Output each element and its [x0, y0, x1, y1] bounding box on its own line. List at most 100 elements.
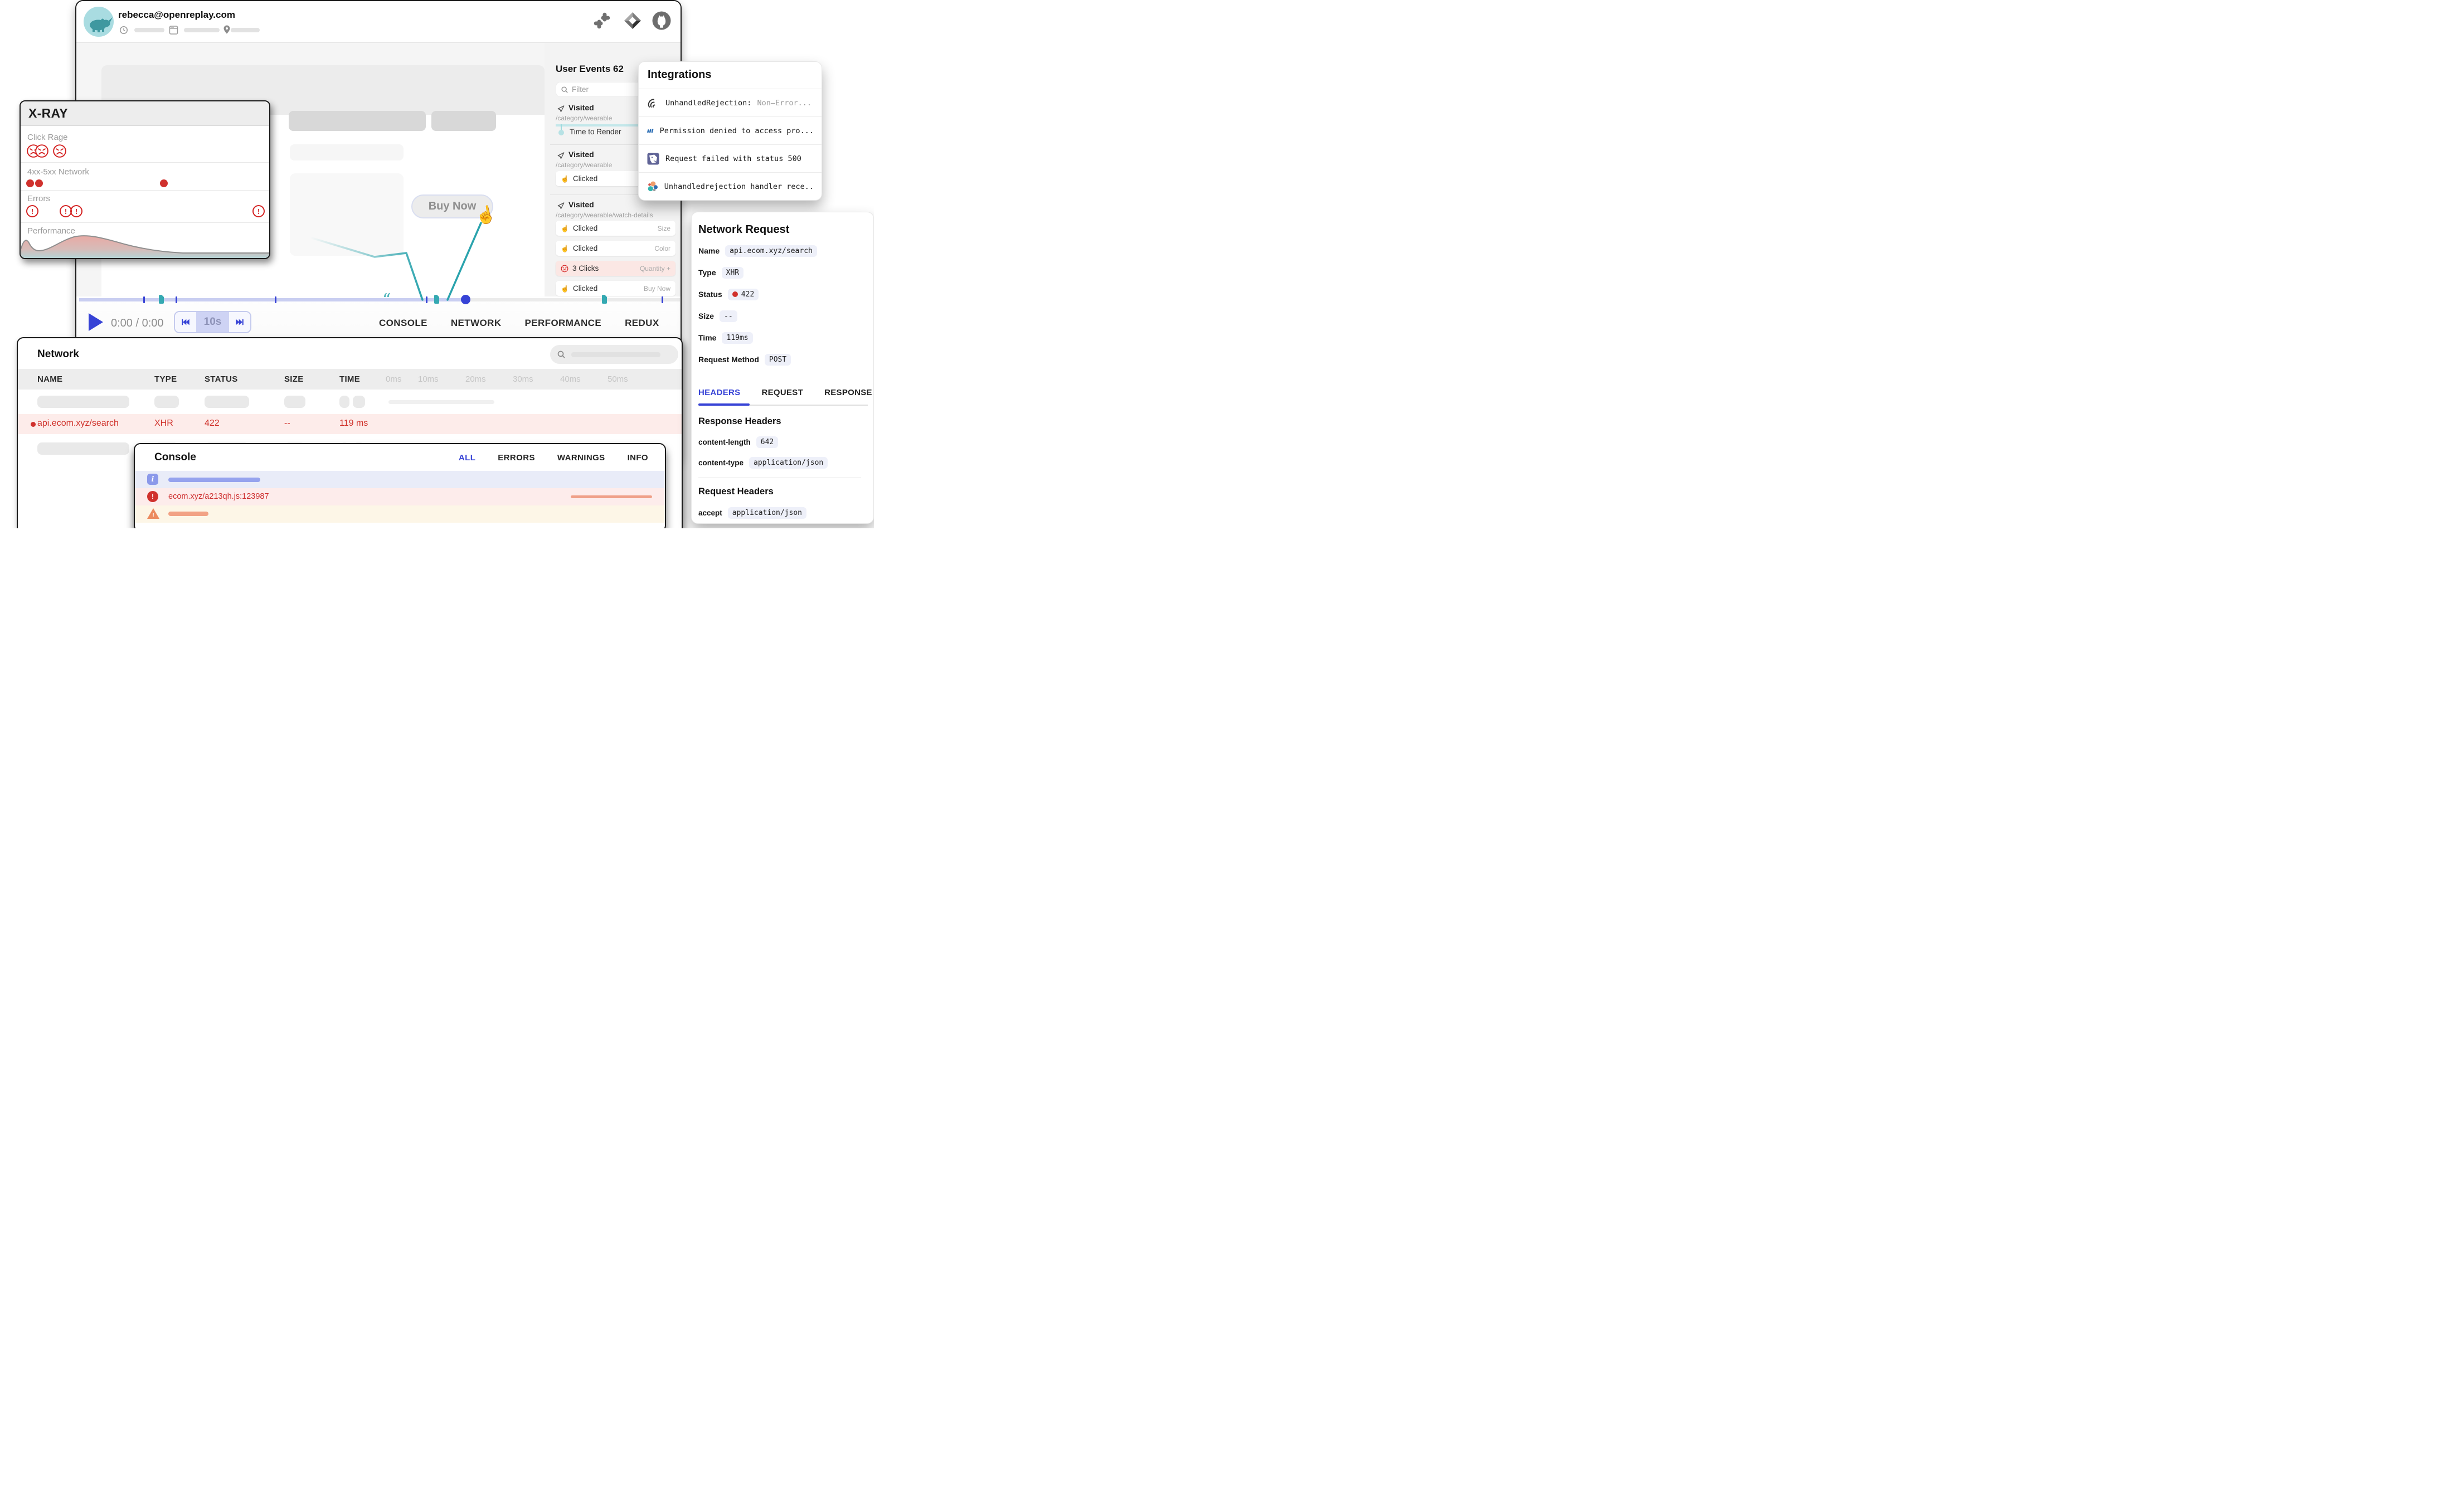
- play-button[interactable]: [89, 313, 103, 331]
- error-icon: [252, 205, 265, 217]
- network-title: Network: [37, 348, 79, 361]
- integrations-panel: Integrations UnhandledRejection: Non—Err…: [638, 61, 822, 201]
- console-panel: Console ALL ERRORS WARNINGS INFO ecom.xy…: [134, 443, 666, 528]
- sentry-icon: [647, 96, 660, 110]
- integration-row-datadog[interactable]: Request failed with status 500: [639, 144, 822, 172]
- tab-performance[interactable]: PERFORMANCE: [525, 318, 602, 329]
- request-time: 119 ms: [339, 419, 368, 429]
- header-content-type: content-type application/json: [698, 456, 828, 469]
- tab-network[interactable]: NETWORK: [451, 318, 502, 329]
- field-status-value: 422: [728, 289, 759, 300]
- event-card-clicked[interactable]: ☝ Clicked Buy Now: [556, 281, 675, 296]
- timeline-event-tick: [662, 296, 663, 303]
- clock-icon: [119, 26, 128, 35]
- console-tab-all[interactable]: ALL: [459, 453, 475, 463]
- request-detail-tabs: HEADERS REQUEST RESPONSE: [698, 388, 872, 397]
- render-dot: [558, 130, 564, 135]
- xray-errors-row[interactable]: Errors: [21, 191, 269, 223]
- timeline-event-tick: [176, 296, 177, 303]
- console-error-row[interactable]: ecom.xyz/a213qh.js:123987: [135, 488, 665, 505]
- visited-icon: [557, 104, 565, 113]
- header-accept: accept application/json: [698, 506, 806, 519]
- error-icon: [147, 491, 158, 502]
- event-card-rage-clicks[interactable]: 3 Clicks Quantity +: [556, 261, 675, 276]
- time-tick: 50ms: [608, 374, 628, 384]
- timeline-event-tick: [275, 296, 276, 303]
- search-icon: [557, 350, 566, 359]
- performance-area-chart: [21, 234, 270, 259]
- request-status: 422: [205, 419, 220, 429]
- timeline-page-marker: [159, 295, 164, 304]
- field-size-value: --: [720, 310, 737, 322]
- session-header: rebecca@openreplay.com: [76, 1, 681, 43]
- integration-row-sentry[interactable]: UnhandledRejection: Non—Error...: [639, 89, 822, 116]
- user-events-title: User Events 62: [556, 64, 624, 75]
- field-name-value: api.ecom.xyz/search: [725, 245, 817, 257]
- user-events-count: 62: [613, 64, 624, 74]
- event-target: Color: [654, 245, 670, 252]
- duration-skeleton: [134, 28, 164, 32]
- github-icon[interactable]: [652, 11, 672, 31]
- skeleton-bar: [290, 144, 404, 160]
- response-headers-title: Response Headers: [698, 416, 781, 427]
- console-error-source: ecom.xyz/a213qh.js:123987: [168, 492, 269, 501]
- tab-response[interactable]: RESPONSE: [824, 388, 872, 397]
- network-table-header: NAME TYPE STATUS SIZE TIME 0ms 10ms 20ms…: [18, 369, 682, 390]
- skeleton-block: [289, 111, 426, 131]
- location-pin-icon: [223, 25, 231, 35]
- skip-back-button[interactable]: [175, 312, 196, 332]
- network-search[interactable]: [550, 345, 678, 364]
- tab-console[interactable]: CONSOLE: [379, 318, 427, 329]
- integration-row-elastic[interactable]: Unhandledrejection handler rece..: [639, 172, 822, 200]
- field-time: Time 119ms: [698, 330, 753, 345]
- browser-icon: [169, 25, 178, 35]
- network-row-skeleton[interactable]: [18, 390, 682, 414]
- event-type[interactable]: Visited: [568, 103, 594, 112]
- integration-row-quotes[interactable]: Permission denied to access pro...: [639, 116, 822, 144]
- console-info-row[interactable]: [135, 471, 665, 488]
- xray-panel: X-RAY Click Rage 4xx-5xx Network Errors: [20, 100, 270, 259]
- console-warning-row[interactable]: [135, 505, 665, 523]
- console-tabs: ALL ERRORS WARNINGS INFO: [459, 453, 648, 463]
- timeline-event-tick: [426, 296, 427, 303]
- field-name: Name api.ecom.xyz/search: [698, 244, 817, 258]
- click-hand-icon: ☝: [561, 225, 569, 232]
- event-card-clicked[interactable]: ☝ Clicked Size: [556, 221, 675, 236]
- timeline-event-tick: [143, 296, 145, 303]
- render-label[interactable]: Time to Render: [570, 128, 621, 136]
- tab-request[interactable]: REQUEST: [761, 388, 803, 397]
- xray-network-row[interactable]: 4xx-5xx Network: [21, 163, 269, 191]
- xray-performance-row[interactable]: Performance: [21, 223, 269, 259]
- playhead[interactable]: [461, 295, 470, 304]
- event-target: Size: [658, 225, 670, 232]
- tab-headers[interactable]: HEADERS: [698, 388, 740, 397]
- network-error-row[interactable]: api.ecom.xyz/search XHR 422 -- 119 ms: [18, 414, 682, 434]
- pointer-hand-cursor: ☝: [474, 205, 498, 226]
- playback-time: 0:00 / 0:00: [111, 317, 164, 330]
- time-tick: 40ms: [560, 374, 581, 384]
- skip-back-icon: [181, 317, 191, 327]
- rhino-icon: [84, 7, 114, 37]
- field-type-value: XHR: [722, 267, 743, 279]
- event-type[interactable]: Visited: [568, 200, 594, 209]
- time-tick: 20ms: [465, 374, 486, 384]
- visited-icon: [557, 201, 565, 210]
- time-tick: 10ms: [418, 374, 439, 384]
- field-method-value: POST: [765, 354, 791, 366]
- timeline-quote-marker: “: [382, 298, 391, 303]
- network-error-dot: [35, 179, 43, 187]
- devtools-tabs: CONSOLE NETWORK PERFORMANCE REDUX: [379, 313, 659, 333]
- angry-face-icon: [52, 144, 67, 158]
- console-tab-warnings[interactable]: WARNINGS: [557, 453, 605, 463]
- jira-icon[interactable]: [623, 11, 643, 31]
- skip-forward-button[interactable]: [229, 312, 250, 332]
- event-type[interactable]: Visited: [568, 150, 594, 159]
- console-tab-errors[interactable]: ERRORS: [498, 453, 535, 463]
- field-time-value: 119ms: [722, 332, 752, 344]
- xray-click-rage-row[interactable]: Click Rage: [21, 126, 269, 163]
- event-card-clicked[interactable]: ☝ Clicked Color: [556, 241, 675, 256]
- skip-controls: 10s: [174, 311, 251, 333]
- tab-redux[interactable]: REDUX: [625, 318, 659, 329]
- slack-icon[interactable]: [592, 11, 612, 31]
- console-tab-info[interactable]: INFO: [628, 453, 648, 463]
